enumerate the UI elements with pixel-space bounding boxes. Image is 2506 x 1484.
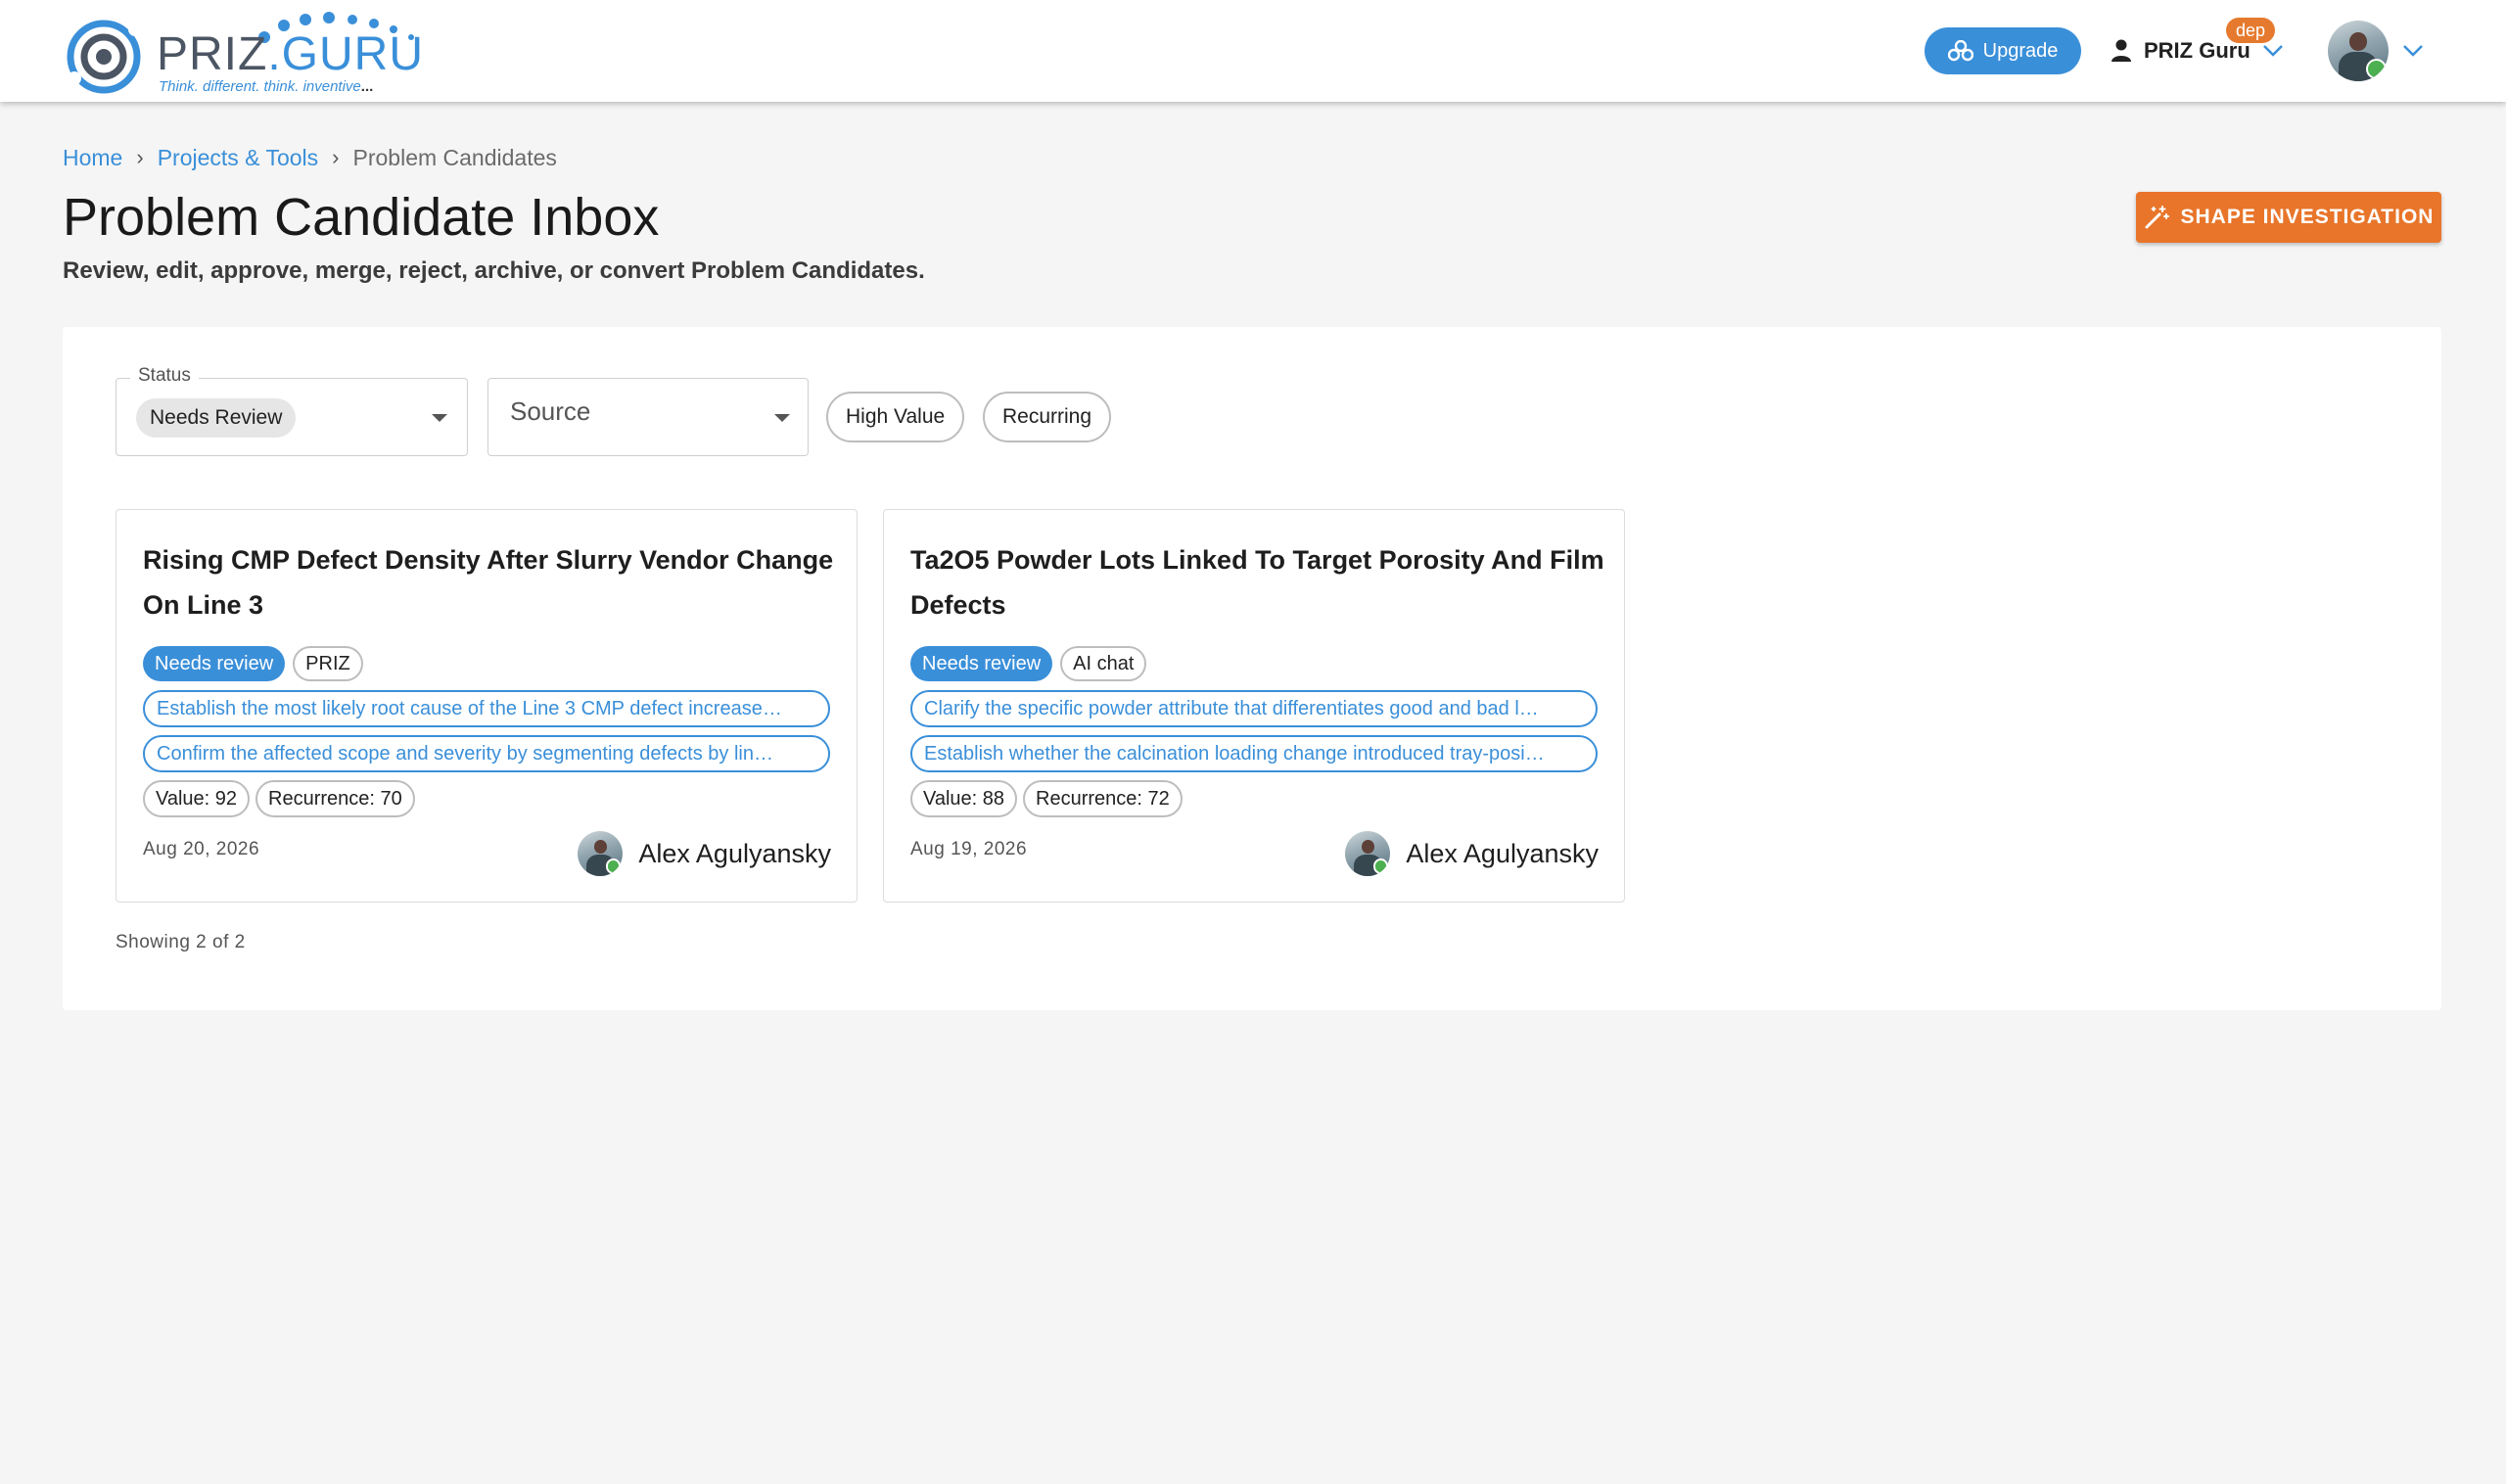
status-filter-chip[interactable]: Needs Review <box>136 398 297 438</box>
upgrade-label: Upgrade <box>1982 39 2059 62</box>
results-count: Showing 2 of 2 <box>116 932 246 952</box>
recurrence-score-chip: Recurrence: 72 <box>1023 780 1183 817</box>
logo-tagline: Think. different. think. inventive... <box>159 78 374 95</box>
problem-candidate-card[interactable]: Ta2O5 Powder Lots Linked To Target Poros… <box>883 509 1625 903</box>
card-metrics: Value: 88 Recurrence: 72 <box>910 780 1183 817</box>
chevron-down-icon <box>2262 45 2283 57</box>
chevron-down-icon <box>2403 45 2423 57</box>
top-app-bar: PRIZ.GURU Think. different. think. inven… <box>0 0 2506 102</box>
magic-wand-icon <box>2145 206 2169 229</box>
owner-avatar <box>1345 831 1391 876</box>
card-date: Aug 19, 2026 <box>910 839 1028 859</box>
goal-chip[interactable]: Clarify the specific powder attribute th… <box>910 690 1598 727</box>
card-metrics: Value: 92 Recurrence: 70 <box>143 780 415 817</box>
online-status-icon <box>1372 858 1389 874</box>
source-badge: AI chat <box>1060 646 1147 681</box>
owner-name: Alex Agulyansky <box>638 838 831 868</box>
status-filter-label: Status <box>130 365 199 387</box>
status-badge: Needs review <box>910 646 1053 681</box>
owner-name: Alex Agulyansky <box>1406 838 1599 868</box>
breadcrumb-separator-icon: › <box>332 145 340 169</box>
problem-candidate-card[interactable]: Rising CMP Defect Density After Slurry V… <box>116 509 858 903</box>
owner-avatar <box>578 831 624 876</box>
account-avatar-menu[interactable] <box>2328 20 2424 82</box>
page-title: Problem Candidate Inbox <box>63 188 660 247</box>
logo-eye-icon <box>67 20 142 94</box>
upgrade-button[interactable]: Upgrade <box>1925 27 2081 74</box>
source-filter-select[interactable]: Source <box>487 378 809 456</box>
breadcrumb: Home › Projects & Tools › Problem Candid… <box>63 143 557 172</box>
recurring-filter-chip[interactable]: Recurring <box>983 392 1112 442</box>
logo-wordmark: PRIZ.GURU <box>157 28 425 80</box>
person-icon <box>2112 39 2131 62</box>
card-title[interactable]: Ta2O5 Powder Lots Linked To Target Poros… <box>910 537 1605 627</box>
value-score-chip: Value: 92 <box>143 780 251 817</box>
goal-chip[interactable]: Establish whether the calcination loadin… <box>910 735 1598 772</box>
dropdown-caret-icon <box>774 414 790 422</box>
online-status-icon <box>2365 58 2387 79</box>
source-badge: PRIZ <box>293 646 363 681</box>
value-score-chip: Value: 88 <box>910 780 1018 817</box>
shape-investigation-button[interactable]: SHAPE INVESTIGATION <box>2136 192 2441 243</box>
breadcrumb-separator-icon: › <box>136 145 144 169</box>
card-owner: Alex Agulyansky <box>578 829 831 878</box>
priz-guru-logo[interactable]: PRIZ.GURU Think. different. think. inven… <box>63 10 423 96</box>
card-tags: Needs review PRIZ <box>143 646 363 681</box>
breadcrumb-current: Problem Candidates <box>352 144 557 170</box>
card-owner: Alex Agulyansky <box>1345 829 1599 878</box>
goal-chip[interactable]: Confirm the affected scope and severity … <box>143 735 830 772</box>
card-date: Aug 20, 2026 <box>143 839 260 859</box>
diamond-cluster-icon <box>1947 40 1973 62</box>
avatar <box>2328 21 2389 81</box>
shape-investigation-label: SHAPE INVESTIGATION <box>2180 206 2435 228</box>
dropdown-caret-icon <box>432 414 447 422</box>
card-tags: Needs review AI chat <box>910 646 1147 681</box>
high-value-filter-chip[interactable]: High Value <box>826 392 965 442</box>
goal-chip[interactable]: Establish the most likely root cause of … <box>143 690 830 727</box>
breadcrumb-home[interactable]: Home <box>63 145 122 171</box>
status-filter-select[interactable]: Status Needs Review <box>116 365 468 456</box>
status-badge: Needs review <box>143 646 286 681</box>
recurrence-score-chip: Recurrence: 70 <box>255 780 415 817</box>
candidates-panel: Status Needs Review Source High Value Re… <box>63 327 2441 1010</box>
source-filter-placeholder: Source <box>510 396 591 426</box>
card-title[interactable]: Rising CMP Defect Density After Slurry V… <box>143 537 838 627</box>
online-status-icon <box>605 858 622 874</box>
environment-badge: dep <box>2226 18 2276 43</box>
breadcrumb-projects-tools[interactable]: Projects & Tools <box>158 145 318 171</box>
page-subtitle: Review, edit, approve, merge, reject, ar… <box>63 257 925 284</box>
